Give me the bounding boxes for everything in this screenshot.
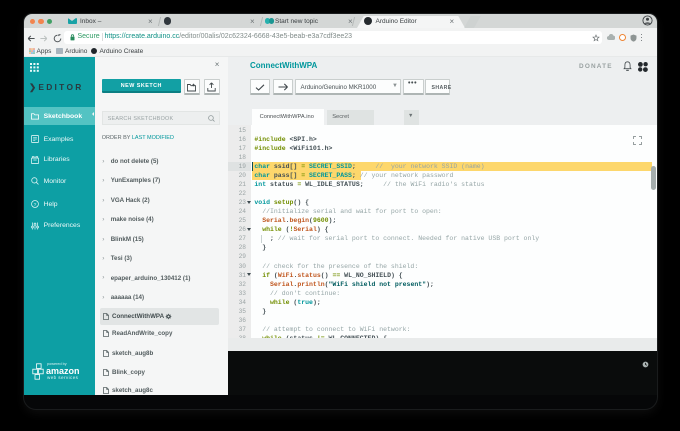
svg-text:?: ?: [33, 202, 36, 208]
